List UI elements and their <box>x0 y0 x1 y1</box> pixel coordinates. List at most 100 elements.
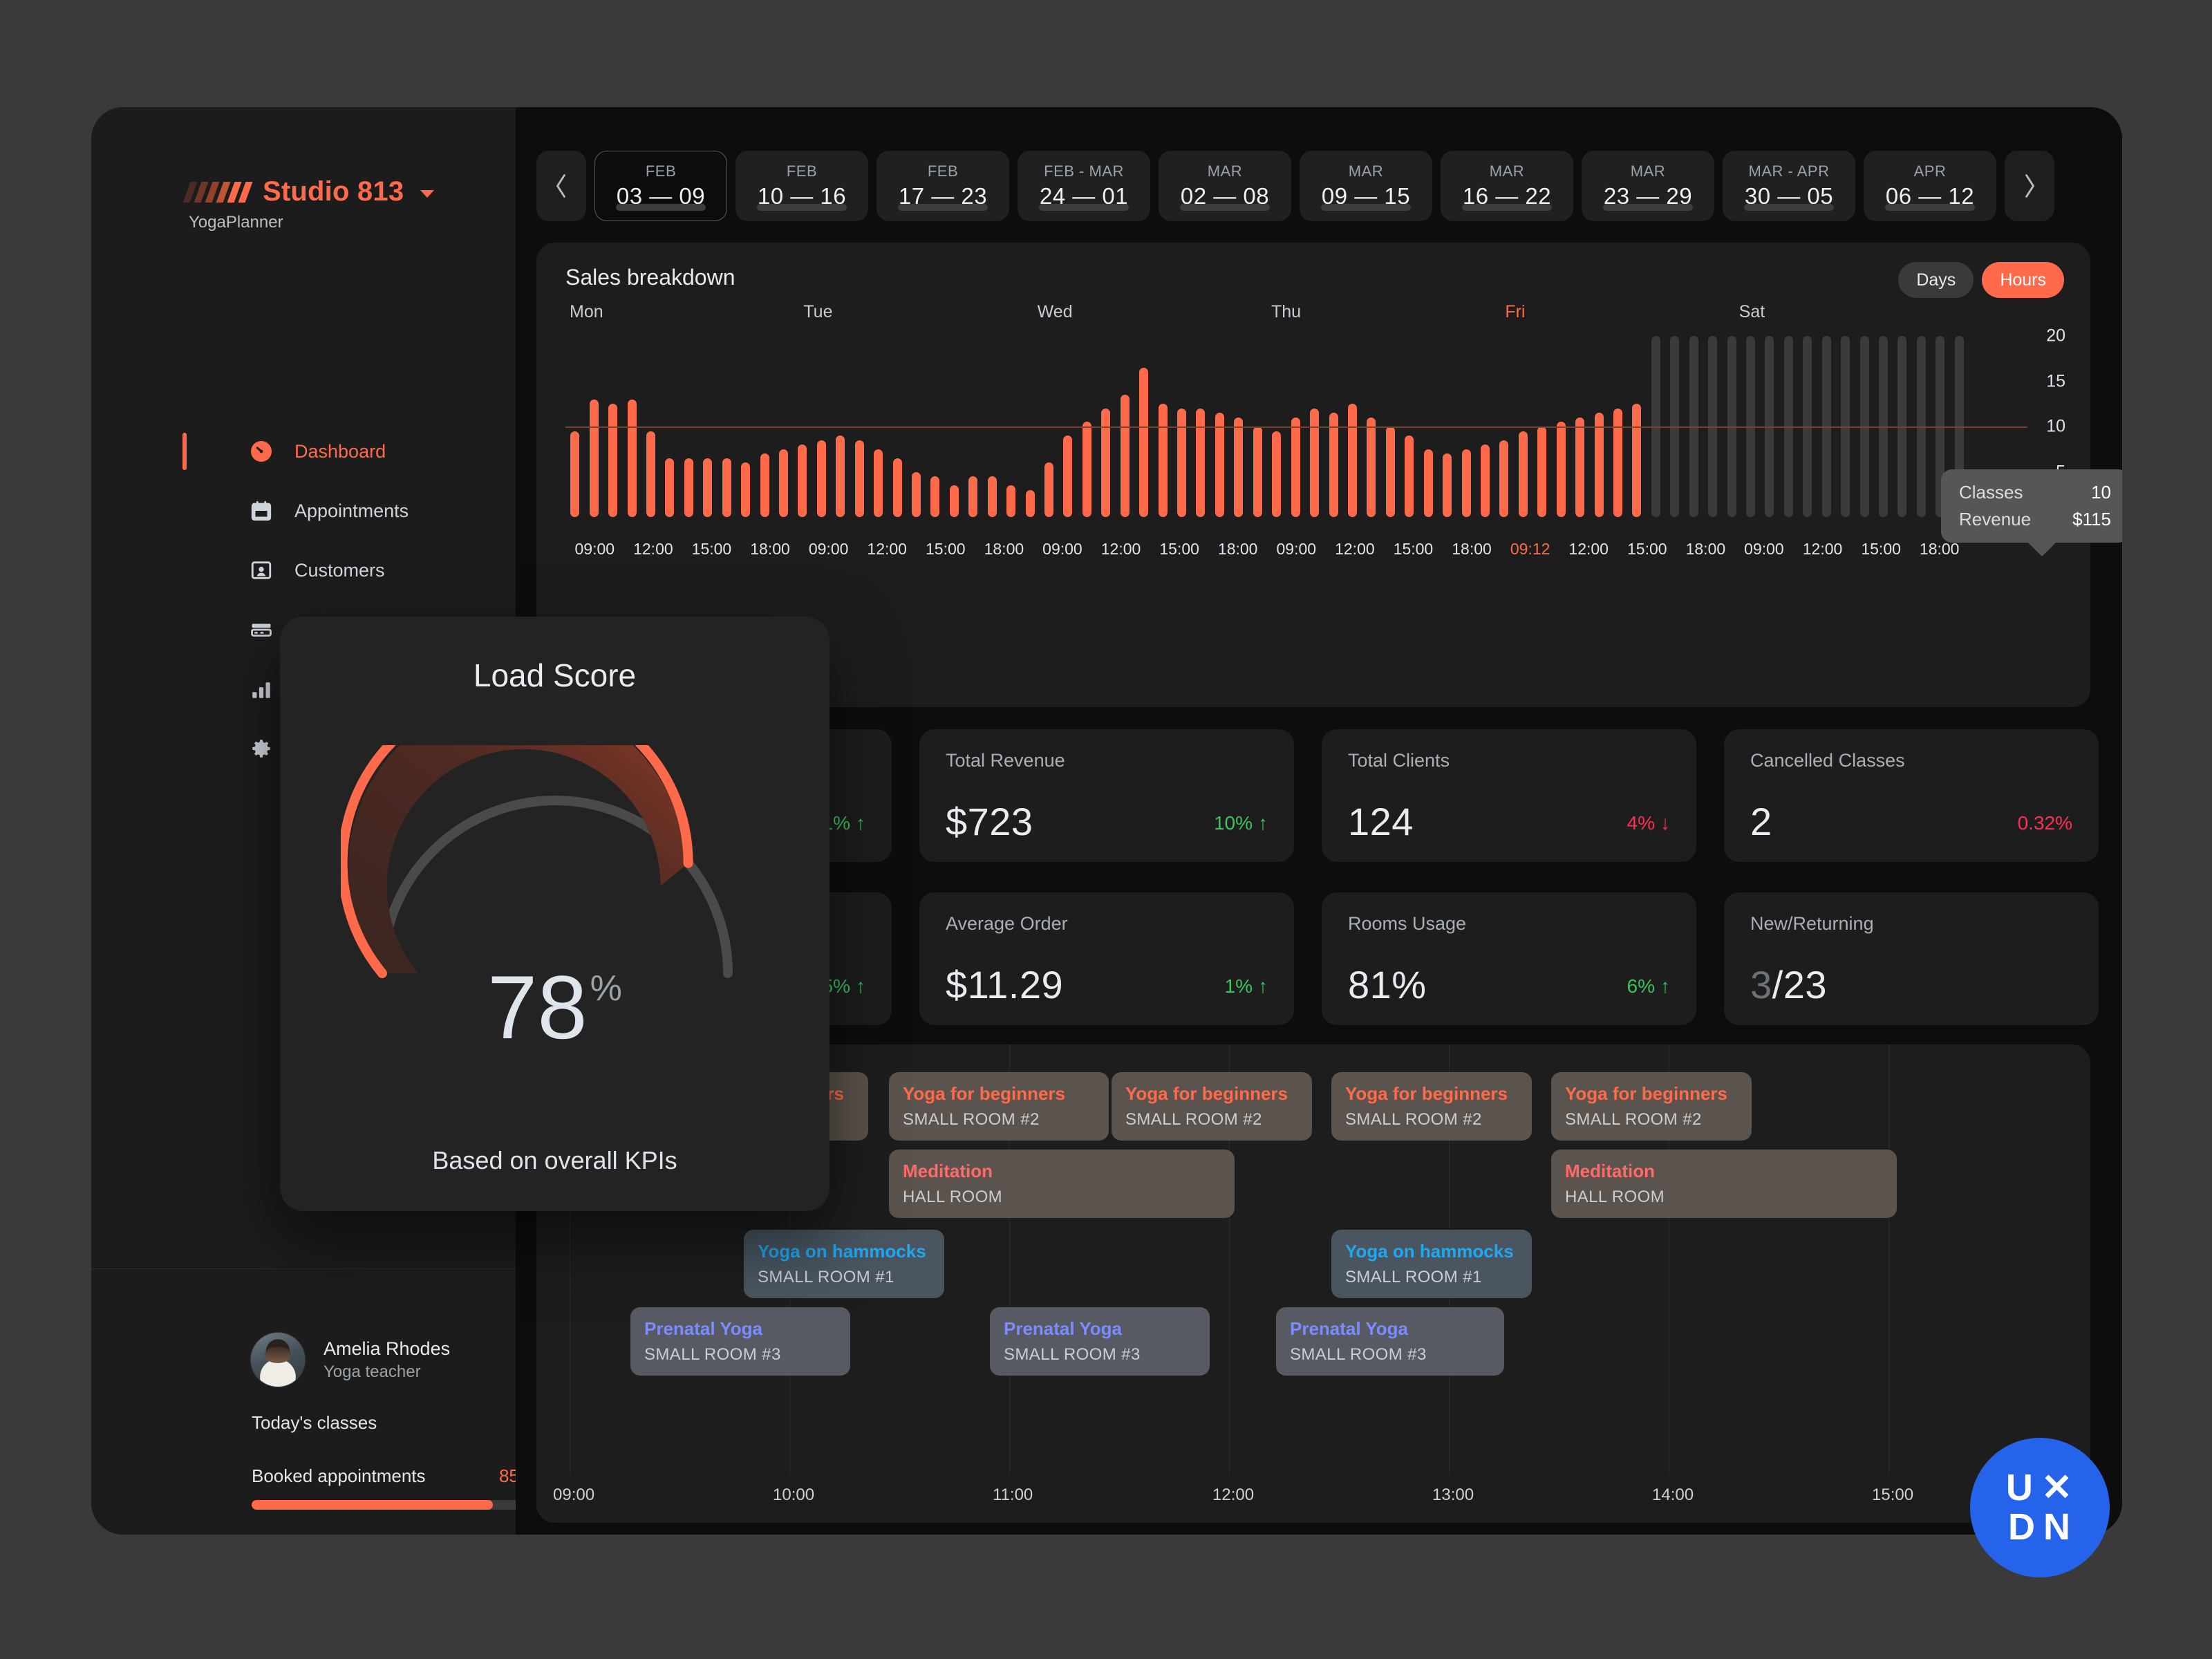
schedule-event[interactable]: Yoga on hammocks SMALL ROOM #1 <box>1331 1230 1532 1298</box>
week-tab[interactable]: MAR 02 — 08 <box>1159 151 1291 221</box>
schedule-time-label: 09:00 <box>553 1485 595 1504</box>
credit-card-icon <box>247 616 275 644</box>
schedule-time-label: 15:00 <box>1872 1485 1914 1504</box>
kpi-label: Total Clients <box>1348 750 1450 771</box>
chart-bar <box>1177 408 1187 517</box>
stat-label: Today's classes <box>252 1412 377 1433</box>
week-tab[interactable]: MAR 16 — 22 <box>1441 151 1573 221</box>
kpi-delta-text: 0.32% <box>2017 812 2072 834</box>
chart-x-tick: 12:00 <box>1802 540 1843 558</box>
week-tab[interactable]: APR 06 — 12 <box>1864 151 1996 221</box>
chart-bar <box>1480 444 1490 517</box>
chart-bar <box>1196 408 1206 517</box>
toggle-days-button[interactable]: Days <box>1898 262 1974 298</box>
uxdn-u: U <box>2005 1467 2034 1509</box>
kpi-value-text: 2 <box>1750 800 1772 843</box>
week-tab[interactable]: FEB 17 — 23 <box>877 151 1009 221</box>
chart-x-tick: 18:00 <box>1919 540 1960 558</box>
schedule-gridline <box>1888 1044 1889 1474</box>
week-tab-progress <box>1462 204 1552 211</box>
kpi-card[interactable]: Total Revenue $723 10% ↑ <box>919 729 1294 862</box>
sidebar-item-label: Dashboard <box>294 440 386 462</box>
week-tab[interactable]: MAR 09 — 15 <box>1300 151 1432 221</box>
week-tab[interactable]: MAR 23 — 29 <box>1582 151 1714 221</box>
kpi-delta-text: 10% <box>1213 812 1253 834</box>
week-tab[interactable]: FEB 10 — 16 <box>735 151 868 221</box>
gauge-icon <box>247 438 275 465</box>
kpi-card[interactable]: Rooms Usage 81% 6% ↑ <box>1322 892 1696 1025</box>
kpi-delta: 1% ↑ <box>1225 975 1268 997</box>
week-tab[interactable]: FEB 03 — 09 <box>594 151 727 221</box>
kpi-label: Average Order <box>946 913 1068 934</box>
chart-bar <box>816 440 826 517</box>
chart-bar <box>627 399 637 517</box>
chevron-down-icon[interactable] <box>420 190 435 198</box>
kpi-card[interactable]: New/Returning 3/23 <box>1724 892 2099 1025</box>
chart-bar <box>1291 417 1300 517</box>
arrow-up-icon: ↑ <box>1258 812 1268 834</box>
brand-subtitle: YogaPlanner <box>189 213 283 232</box>
schedule-event[interactable]: Yoga on hammocks SMALL ROOM #1 <box>744 1230 944 1298</box>
schedule-event-room: HALL ROOM <box>903 1188 1003 1206</box>
kpi-delta: 10% ↑ <box>1214 812 1268 834</box>
prev-week-button[interactable] <box>536 151 586 221</box>
kpi-value: 3/23 <box>1750 962 1827 1007</box>
chart-x-tick: 09:00 <box>1744 540 1784 558</box>
week-tab-progress <box>1885 204 1975 211</box>
chart-bar <box>1518 431 1528 517</box>
chart-bar <box>1329 413 1338 517</box>
chart-bar <box>892 458 902 517</box>
week-tab-month: FEB <box>927 162 959 180</box>
brand[interactable]: Studio 813 YogaPlanner <box>182 176 435 232</box>
week-tab[interactable]: MAR - APR 30 — 05 <box>1723 151 1855 221</box>
schedule-event[interactable]: Meditation HALL ROOM <box>889 1150 1235 1218</box>
chart-bar <box>1347 404 1357 517</box>
kpi-card[interactable]: Average Order $11.29 1% ↑ <box>919 892 1294 1025</box>
week-tab-progress <box>1603 204 1693 211</box>
chart-bar <box>1025 489 1035 517</box>
schedule-event[interactable]: Yoga for beginners SMALL ROOM #2 <box>889 1072 1109 1141</box>
booked-progress-bar <box>252 1500 535 1510</box>
schedule-event-room: SMALL ROOM #2 <box>1345 1110 1482 1129</box>
tooltip-value: $115 <box>2072 509 2111 529</box>
week-tab-month: APR <box>1913 162 1947 180</box>
sidebar-item-customers[interactable]: Customers <box>91 541 516 600</box>
schedule-event[interactable]: Prenatal Yoga SMALL ROOM #3 <box>990 1307 1210 1376</box>
kpi-delta: 6% ↑ <box>1627 975 1670 997</box>
schedule-event[interactable]: Prenatal Yoga SMALL ROOM #3 <box>1276 1307 1504 1376</box>
schedule-event[interactable]: Yoga for beginners SMALL ROOM #2 <box>1551 1072 1752 1141</box>
schedule-event[interactable]: Prenatal Yoga SMALL ROOM #3 <box>630 1307 850 1376</box>
chart-bar <box>1310 408 1320 517</box>
chart-bar <box>1367 417 1376 517</box>
chart-bar <box>1461 449 1471 517</box>
chart-bar <box>1499 440 1509 517</box>
week-tab-progress <box>757 204 847 211</box>
kpi-card[interactable]: Cancelled Classes 2 0.32% <box>1724 729 2099 862</box>
arrow-up-icon: ↑ <box>856 975 865 997</box>
schedule-event-room: SMALL ROOM #1 <box>1345 1268 1482 1286</box>
chart-x-tick: 18:00 <box>1685 540 1726 558</box>
next-week-button[interactable] <box>2005 151 2054 221</box>
chart-bar <box>987 476 997 517</box>
schedule-event[interactable]: Meditation HALL ROOM <box>1551 1150 1897 1218</box>
profile[interactable]: Amelia Rhodes Yoga teacher <box>250 1332 450 1387</box>
stat-todays-classes: Today's classes 7 <box>252 1412 535 1434</box>
avatar <box>250 1332 306 1387</box>
chart-bar <box>684 458 693 517</box>
week-tab[interactable]: FEB - MAR 24 — 01 <box>1018 151 1150 221</box>
schedule-event[interactable]: Yoga for beginners SMALL ROOM #2 <box>1331 1072 1532 1141</box>
chart-bar <box>930 476 940 517</box>
toggle-hours-button[interactable]: Hours <box>1982 262 2064 298</box>
sidebar-item-dashboard[interactable]: Dashboard <box>91 422 516 481</box>
kpi-card[interactable]: Total Clients 124 4% ↓ <box>1322 729 1696 862</box>
kpi-label: Total Revenue <box>946 750 1065 771</box>
kpi-label: Rooms Usage <box>1348 913 1467 934</box>
sidebar-item-label: Appointments <box>294 500 409 521</box>
chart-x-tick: 18:00 <box>1217 540 1258 558</box>
sidebar-item-appointments[interactable]: Appointments <box>91 481 516 541</box>
chart-bar <box>836 435 845 517</box>
schedule-event[interactable]: Yoga for beginners SMALL ROOM #2 <box>1112 1072 1312 1141</box>
schedule-event-title: Yoga for beginners <box>1125 1083 1288 1104</box>
week-tab-month: FEB <box>645 162 677 180</box>
sidebar-divider <box>91 1268 516 1269</box>
